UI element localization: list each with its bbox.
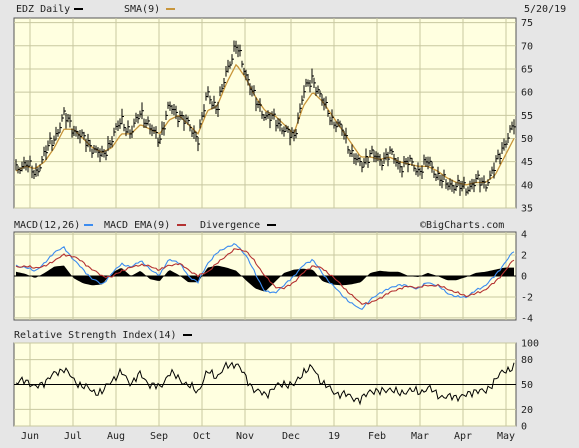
x-tick-label: 19 [328, 431, 340, 442]
x-tick-label: Mar [411, 431, 429, 442]
price-y-tick: 65 [521, 64, 533, 75]
x-tick-label: Aug [107, 431, 125, 442]
macd-swatch [84, 224, 93, 226]
x-tick-label: Oct [193, 431, 211, 442]
divergence-swatch [267, 224, 276, 226]
macd-ema-swatch [177, 224, 186, 226]
macd-ema-label: MACD EMA(9) [104, 220, 170, 231]
sma-swatch [166, 8, 175, 10]
price-y-tick: 70 [521, 41, 533, 52]
x-tick-label: Apr [454, 431, 472, 442]
price-y-tick: 55 [521, 111, 533, 122]
rsi-swatch [183, 334, 192, 336]
x-tick-label: Jul [64, 431, 82, 442]
x-tick-label: Feb [368, 431, 386, 442]
macd-y-tick: 4 [521, 230, 527, 241]
rsi-y-tick: 50 [521, 380, 533, 391]
rsi-y-tick: 100 [521, 339, 539, 350]
symbol-label: EDZ Daily [16, 4, 70, 15]
divergence-label: Divergence [200, 220, 260, 231]
rsi-label: Relative Strength Index(14) [14, 330, 177, 341]
price-y-tick: 45 [521, 157, 533, 168]
x-tick-label: Jun [21, 431, 39, 442]
macd-y-tick: -4 [521, 313, 533, 324]
rsi-y-tick: 0 [521, 422, 527, 433]
date-label: 5/20/19 [524, 4, 566, 15]
price-y-tick: 50 [521, 134, 533, 145]
price-panel [13, 17, 517, 209]
macd-y-tick: 2 [521, 251, 527, 262]
x-tick-label: Nov [236, 431, 254, 442]
chart-svg: 354045505560657075 EDZ Daily SMA(9) 5/20… [0, 0, 579, 444]
x-tick-label: Dec [282, 431, 300, 442]
price-y-ticks: 35 40 45 50 55 60 65 70 75 [521, 18, 533, 214]
chart-frame: 35 40 45 50 55 60 65 70 75 EDZ Daily SMA(9) 5/20… [0, 0, 579, 444]
x-tick-label: Sep [150, 431, 168, 442]
price-y-tick: 40 [521, 180, 533, 191]
price-y-tick: 35 [521, 204, 533, 215]
sma-label: SMA(9) [124, 4, 160, 15]
rsi-y-tick: 80 [521, 355, 533, 366]
price-y-tick: 75 [521, 18, 533, 29]
macd-y-tick: 0 [521, 272, 527, 283]
x-tick-label: May [497, 431, 515, 442]
watermark: ©BigCharts.com [420, 220, 504, 231]
macd-y-tick: -2 [521, 292, 533, 303]
rsi-y-tick: 20 [521, 405, 533, 416]
price-y-tick: 60 [521, 88, 533, 99]
macd-label: MACD(12,26) [14, 220, 80, 231]
symbol-swatch [74, 8, 83, 10]
